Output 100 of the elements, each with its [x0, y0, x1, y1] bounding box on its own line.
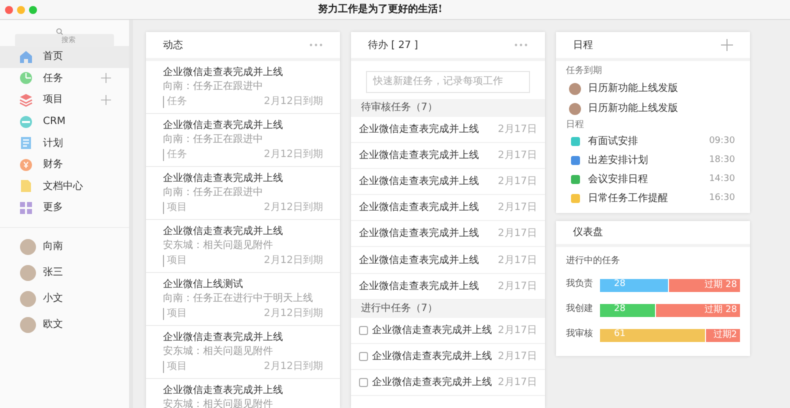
- due-date: 2月12日到期: [264, 96, 323, 108]
- checkbox[interactable]: [359, 352, 368, 362]
- todo-title: 企业微信走查表完成并上线: [372, 350, 493, 364]
- todo-row[interactable]: 企业微信走查表完成并上线 2月17日: [351, 221, 545, 248]
- nav-item[interactable]: 计划: [0, 132, 129, 154]
- coin-icon: [19, 158, 33, 172]
- nav-item[interactable]: 项目: [0, 89, 129, 111]
- item-title: 企业微信上线测试: [163, 278, 244, 291]
- item-tag: 项目: [163, 255, 187, 267]
- more-icon[interactable]: [514, 43, 528, 47]
- quick-task-input[interactable]: 快速新建任务，记录每项工作: [366, 70, 530, 92]
- zoom-button[interactable]: [29, 6, 37, 14]
- todo-row[interactable]: 企业微信走查表完成并上线 2月17日: [351, 318, 545, 344]
- todo-date: 2月17日: [498, 376, 537, 390]
- nav-label: 项目: [43, 93, 64, 108]
- nav-label: CRM: [43, 115, 67, 130]
- todo-row[interactable]: 企业微信走查表完成并上线 2月17日: [351, 168, 545, 196]
- bar-value: 28: [614, 278, 626, 292]
- event-item[interactable]: 日常任务工作提醒 16:30: [556, 189, 750, 208]
- item-tag: 任务: [163, 149, 187, 161]
- todo-title: 企业微信走查表完成并上线: [359, 254, 480, 268]
- panel-title: 仪表盘: [573, 226, 603, 240]
- contact-item[interactable]: 张三: [0, 262, 129, 283]
- item-subtitle: 向南：任务正在进行中于明天上线: [163, 293, 314, 305]
- contact-item[interactable]: 欧文: [0, 314, 129, 335]
- nav-label: 计划: [43, 136, 64, 151]
- contact-name: 向南: [43, 240, 63, 254]
- feed-item[interactable]: 企业微信走查表完成并上线 安东城：相关问题见附件 项目 2月12日到期: [146, 326, 340, 379]
- nav-item[interactable]: 首页: [0, 46, 129, 68]
- event-item[interactable]: 出差安排计划 18:30: [556, 151, 750, 170]
- window-title: 努力工作是为了更好的生活!: [318, 2, 442, 17]
- feed-item[interactable]: 企业微信上线测试 向南：任务正在进行中于明天上线 项目 2月12日到期: [146, 273, 340, 326]
- document-list-icon: [19, 136, 33, 150]
- nav-label: 更多: [43, 201, 64, 216]
- nav-item[interactable]: 财务: [0, 154, 129, 176]
- todo-date: 2月17日: [498, 122, 537, 137]
- overdue-count: 过期2: [712, 328, 738, 342]
- plus-icon[interactable]: [721, 39, 733, 51]
- contact-item[interactable]: 小文: [0, 288, 129, 309]
- todo-row[interactable]: 企业微信走查表完成并上线 2月17日: [351, 247, 545, 274]
- due-title: 日历新功能上线发版: [588, 102, 678, 116]
- feed-item[interactable]: 企业微信走查表完成并上线 安东城：相关问题见附件 项目 2月12日到期: [146, 220, 340, 273]
- house-icon: [19, 50, 33, 64]
- nav-label: 文档中心: [43, 180, 84, 194]
- avatar: [20, 290, 36, 307]
- checkbox[interactable]: [359, 326, 368, 335]
- due-title: 日历新功能上线发版: [588, 82, 678, 96]
- event-item[interactable]: 有面试安排 09:30: [556, 132, 750, 151]
- item-tag: 任务: [163, 96, 187, 108]
- item-title: 企业微信走查表完成并上线: [163, 331, 284, 344]
- nav-label: 财务: [43, 158, 64, 172]
- bar-label: 我审核: [566, 328, 594, 342]
- todo-date: 2月17日: [498, 324, 537, 338]
- minimize-button[interactable]: [17, 6, 25, 14]
- todo-date: 2月17日: [498, 227, 537, 242]
- todo-row[interactable]: 企业微信走查表完成并上线 2月17日: [351, 344, 545, 370]
- due-date: 2月12日到期: [264, 255, 323, 267]
- feed-item[interactable]: 企业微信走查表完成并上线 向南：任务正在跟进中 任务 2月12日到期: [146, 114, 340, 167]
- due-item[interactable]: 日历新功能上线发版: [556, 98, 750, 118]
- event-time: 16:30: [709, 192, 735, 205]
- event-item[interactable]: 会议安排日程 14:30: [556, 170, 750, 189]
- item-title: 企业微信走查表完成并上线: [163, 225, 284, 238]
- section-header: 进行中任务（7）: [351, 300, 545, 318]
- item-tag: 项目: [163, 361, 187, 373]
- feed-item[interactable]: 企业微信走查表完成并上线 向南：任务正在跟进中 任务 2月12日到期: [146, 61, 340, 114]
- todo-row[interactable]: 企业微信走查表完成并上线 2月17日: [351, 195, 545, 222]
- checkbox[interactable]: [359, 378, 368, 388]
- item-title: 企业微信走查表完成并上线: [163, 384, 284, 397]
- plus-icon[interactable]: [101, 73, 111, 84]
- section-label: 进行中的任务: [565, 255, 621, 268]
- nav-item[interactable]: 更多: [0, 197, 129, 219]
- item-subtitle: 向南：任务正在跟进中: [163, 134, 264, 146]
- item-title: 企业微信走查表完成并上线: [163, 172, 284, 185]
- item-subtitle: 安东城：相关问题见附件: [163, 346, 274, 358]
- item-tag: 项目: [163, 308, 187, 320]
- plus-icon[interactable]: [101, 94, 111, 105]
- due-date: 2月12日到期: [264, 202, 323, 214]
- feed-item[interactable]: 企业微信走查表完成并上线 安东城：相关问题见附件: [146, 379, 340, 408]
- nav-item[interactable]: CRM: [0, 110, 129, 132]
- item-subtitle: 安东城：相关问题见附件: [163, 399, 274, 408]
- nav-label: 首页: [43, 50, 64, 64]
- more-icon[interactable]: [309, 43, 323, 47]
- crm-circle-icon: [19, 114, 33, 129]
- event-time: 18:30: [709, 154, 735, 167]
- event-title: 日常任务工作提醒: [588, 192, 669, 206]
- due-item[interactable]: 日历新功能上线发版: [556, 78, 750, 98]
- item-subtitle: 安东城：相关问题见附件: [163, 240, 274, 252]
- todo-row[interactable]: 企业微信走查表完成并上线 2月17日: [351, 370, 545, 396]
- todo-row[interactable]: 企业微信走查表完成并上线 2月17日: [351, 142, 545, 169]
- close-button[interactable]: [5, 6, 13, 14]
- due-date: 2月12日到期: [264, 308, 323, 320]
- grid-icon: [19, 200, 33, 215]
- feed-item[interactable]: 企业微信走查表完成并上线 向南：任务正在跟进中 项目 2月12日到期: [146, 167, 340, 220]
- item-title: 企业微信走查表完成并上线: [163, 119, 284, 132]
- contact-item[interactable]: 向南: [0, 236, 129, 257]
- todo-row[interactable]: 企业微信走查表完成并上线 2月17日: [351, 116, 545, 143]
- nav-item[interactable]: 文档中心: [0, 176, 129, 198]
- section-header: 待审核任务（7）: [351, 98, 545, 116]
- nav-item[interactable]: 任务: [0, 68, 129, 90]
- event-title: 有面试安排: [588, 134, 639, 149]
